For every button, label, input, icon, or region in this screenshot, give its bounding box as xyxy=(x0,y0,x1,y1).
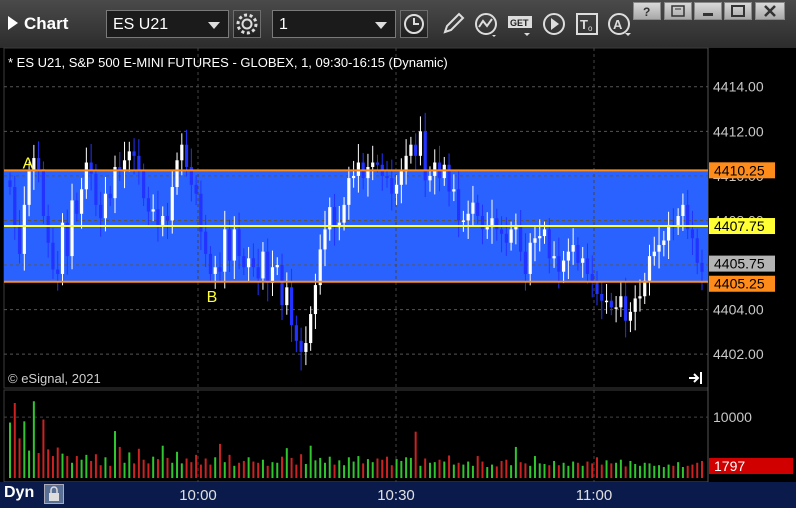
x-tick-label: 10:00 xyxy=(179,487,217,504)
price-chart[interactable]: AB 4414.004412.004410.004408.004406.0044… xyxy=(0,0,796,508)
price-label: 4405.25 xyxy=(709,275,775,292)
lock-icon[interactable] xyxy=(44,484,64,504)
x-tick-label: 10:30 xyxy=(377,487,415,504)
y-tick-label: 4412.00 xyxy=(713,123,764,139)
svg-text:4405.25: 4405.25 xyxy=(714,276,765,292)
y-tick-label: 4402.00 xyxy=(713,346,764,362)
svg-text:4410.25: 4410.25 xyxy=(714,162,765,178)
y-tick-label: 4414.00 xyxy=(713,79,764,95)
annotation-label[interactable]: A xyxy=(23,156,34,173)
copyright-text: © eSignal, 2021 xyxy=(8,371,101,386)
dynamic-mode-label[interactable]: Dyn xyxy=(4,484,34,502)
svg-text:1797: 1797 xyxy=(714,458,745,474)
svg-text:4405.75: 4405.75 xyxy=(714,256,765,272)
chart-header: * ES U21, S&P 500 E-MINI FUTURES - GLOBE… xyxy=(8,55,448,70)
svg-text:4407.75: 4407.75 xyxy=(714,218,765,234)
price-label: 4410.25 xyxy=(709,162,775,179)
annotation-label[interactable]: B xyxy=(207,289,218,306)
volume-last-label: 1797 xyxy=(709,458,793,474)
price-label: 4405.75 xyxy=(709,255,775,272)
volume-tick-label: 10000 xyxy=(713,409,752,425)
y-tick-label: 4404.00 xyxy=(713,302,764,318)
price-label: 4407.75 xyxy=(709,218,775,235)
x-tick-label: 11:00 xyxy=(576,487,612,504)
